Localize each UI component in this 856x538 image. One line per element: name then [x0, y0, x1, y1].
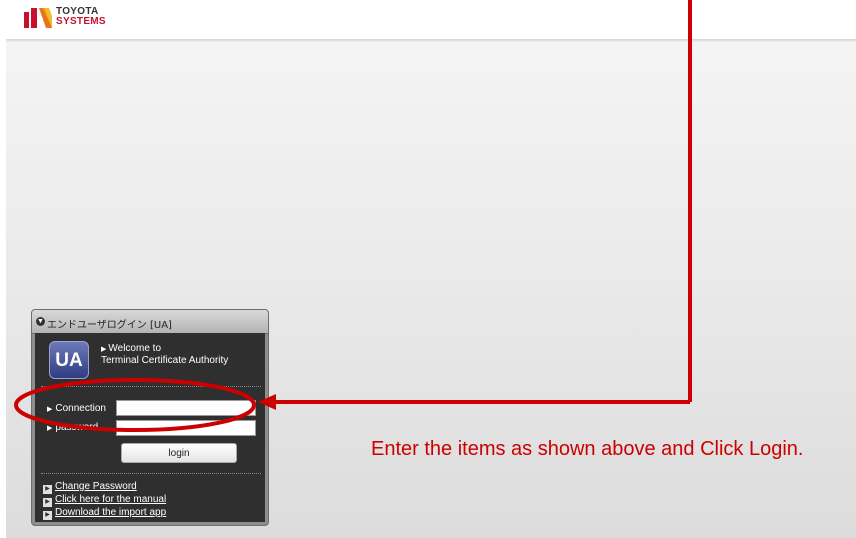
- link-arrow-icon: ▶: [43, 485, 52, 494]
- logo-text: TOYOTA SYSTEMS: [56, 7, 106, 27]
- instruction-text: Enter the items as shown above and Click…: [371, 438, 804, 460]
- logo-line2: SYSTEMS: [56, 16, 106, 27]
- connection-label: ▶ Connection: [47, 403, 106, 414]
- login-button[interactable]: login: [121, 443, 237, 463]
- toyota-systems-logo[interactable]: TOYOTA SYSTEMS: [22, 6, 132, 32]
- change-password-link[interactable]: Change Password: [55, 481, 137, 492]
- triangle-bullet-icon: ▶: [47, 425, 53, 432]
- collapse-circle-icon[interactable]: ▼: [36, 317, 45, 326]
- welcome-line2: Terminal Certificate Authority: [101, 355, 229, 366]
- logo-mark-icon: [24, 8, 52, 28]
- app-header: TOYOTA SYSTEMS: [0, 0, 856, 40]
- panel-body: UA ▶ Welcome to Terminal Certificate Auth…: [35, 333, 265, 522]
- panel-title: エンドユーザログイン [UA]: [47, 320, 172, 331]
- connection-input[interactable]: [116, 400, 256, 416]
- import-app-link-row[interactable]: ▶ Download the import app: [43, 507, 166, 520]
- import-app-link[interactable]: Download the import app: [55, 507, 166, 518]
- password-label-text: password: [55, 422, 99, 433]
- login-panel: ▼ エンドユーザログイン [UA] UA ▶ Welcome to Termina…: [31, 309, 269, 526]
- triangle-bullet-icon: ▶: [47, 406, 53, 413]
- manual-link-row[interactable]: ▶ Click here for the manual: [43, 494, 166, 507]
- manual-link[interactable]: Click here for the manual: [55, 494, 166, 505]
- change-password-link-row[interactable]: ▶ Change Password: [43, 481, 137, 494]
- triangle-bullet-icon: ▶: [101, 346, 107, 353]
- password-label: ▶ password: [47, 422, 98, 433]
- link-arrow-icon: ▶: [43, 498, 52, 507]
- link-arrow-icon: ▶: [43, 511, 52, 520]
- welcome-text: ▶ Welcome to Terminal Certificate Authori…: [101, 343, 228, 366]
- divider: [41, 473, 261, 474]
- ua-logo-icon: UA: [49, 341, 89, 379]
- divider: [41, 386, 261, 387]
- panel-title-bar: ▼ エンドユーザログイン [UA]: [32, 310, 268, 334]
- password-input[interactable]: [116, 420, 256, 436]
- welcome-line1: Welcome to: [108, 343, 162, 354]
- connection-label-text: Connection: [55, 403, 106, 414]
